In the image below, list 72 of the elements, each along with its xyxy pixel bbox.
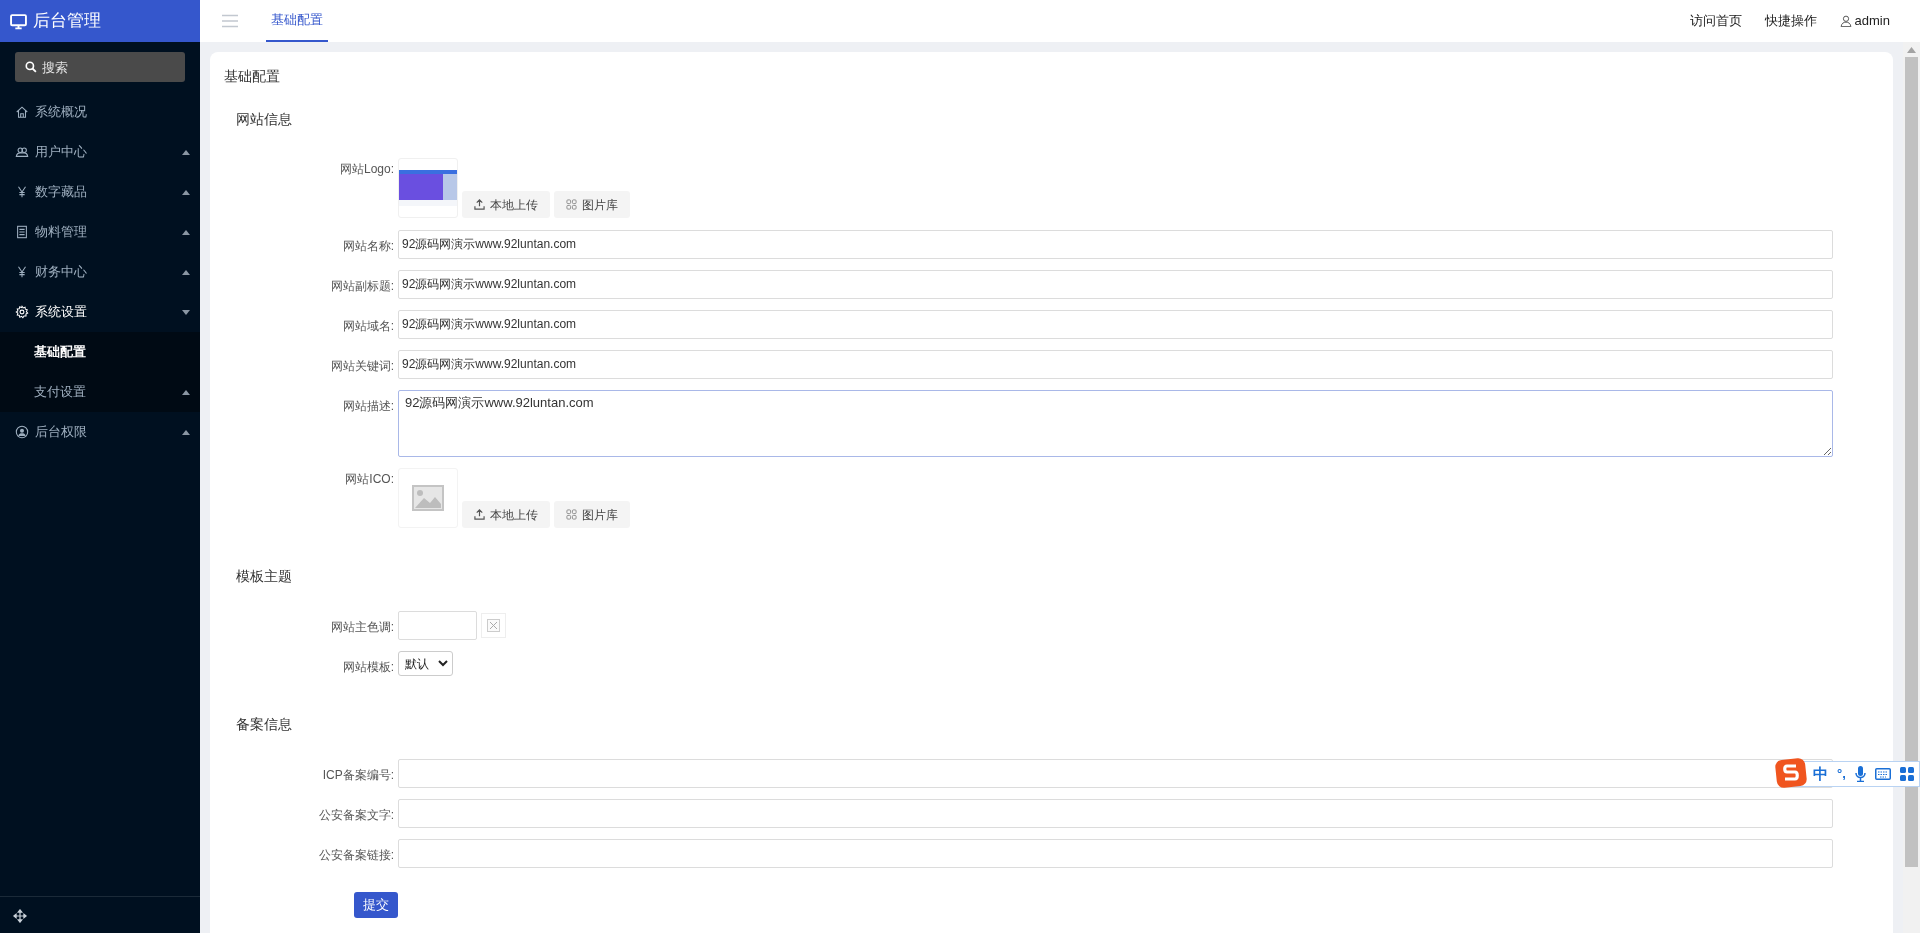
submenu-item[interactable]: 支付设置 [0, 372, 200, 412]
scrollbar-thumb[interactable] [1905, 57, 1918, 867]
clear-color-button[interactable] [481, 613, 506, 638]
field-label: ICP备案编号: [321, 767, 395, 784]
submenu-item[interactable]: 基础配置 [0, 332, 200, 372]
gallery-button[interactable]: 图片库 [554, 501, 630, 528]
monitor-icon [10, 12, 27, 30]
yen-icon [15, 265, 29, 279]
field-label: 网站副标题: [329, 278, 395, 295]
text-field[interactable]: 92源码网演示www.92luntan.com [398, 270, 1833, 299]
move-icon[interactable] [13, 909, 27, 923]
image-icon [412, 485, 444, 511]
text-field[interactable] [398, 799, 1833, 828]
user-icon [1839, 15, 1852, 27]
users-icon [15, 145, 29, 159]
header-link[interactable]: 访问首页 [1689, 11, 1742, 31]
punctuation-indicator[interactable]: °, [1837, 764, 1846, 784]
list-icon [15, 225, 29, 239]
field-label: 网站Logo: [338, 161, 395, 178]
app-title: 后台管理 [33, 10, 101, 33]
submit-button[interactable]: 提交 [354, 892, 398, 918]
template-select[interactable]: 默认 [398, 651, 453, 676]
field-label: 网站关键词: [329, 358, 395, 375]
sidebar-item[interactable]: 用户中心 [0, 132, 200, 172]
text-field[interactable]: 92源码网演示www.92luntan.com [398, 310, 1833, 339]
user-icon [15, 425, 29, 439]
input-mode-indicator[interactable]: 中 [1813, 762, 1828, 786]
keyboard-icon[interactable] [1874, 768, 1891, 780]
grid-icon [566, 509, 577, 520]
microphone-icon[interactable] [1854, 766, 1866, 782]
field-label: 网站主色调: [329, 619, 395, 636]
chevron-down-icon [438, 660, 448, 667]
card-title: 基础配置 [224, 67, 281, 86]
field-label: 网站ICO: [344, 471, 395, 488]
text-field[interactable]: 92源码网演示www.92luntan.com [398, 230, 1833, 259]
section-title: 模板主题 [235, 567, 293, 586]
field-label: 网站模板: [341, 659, 395, 676]
upload-icon [474, 509, 485, 520]
sidebar-item[interactable]: 数字藏品 [0, 172, 200, 212]
section-title: 备案信息 [235, 715, 293, 734]
field-label: 网站名称: [341, 238, 395, 255]
sidebar-item[interactable]: 后台权限 [0, 412, 200, 452]
menu-icon[interactable] [222, 14, 238, 28]
field-label: 网站描述: [341, 398, 395, 415]
field-label: 网站域名: [341, 318, 395, 335]
textarea-field[interactable]: 92源码网演示www.92luntan.com [398, 390, 1833, 457]
search-icon [25, 61, 37, 73]
field-label: 公安备案文字: [317, 807, 395, 824]
user-menu[interactable]: admin [1839, 11, 1890, 31]
upload-button[interactable]: 本地上传 [462, 191, 550, 218]
text-field[interactable]: 92源码网演示www.92luntan.com [398, 350, 1833, 379]
field-label: 公安备案链接: [317, 847, 395, 864]
sidebar-item[interactable]: 系统设置 [0, 292, 200, 332]
text-field[interactable] [398, 839, 1833, 868]
grid-icon [566, 199, 577, 210]
scroll-up-icon [1907, 47, 1916, 53]
sidebar-item[interactable]: 财务中心 [0, 252, 200, 292]
grid-icon[interactable] [1899, 767, 1914, 781]
gallery-button[interactable]: 图片库 [554, 191, 630, 218]
search-field[interactable]: 搜索 [15, 52, 185, 82]
home-icon [15, 105, 29, 119]
settings-icon [15, 305, 29, 319]
yen-icon [15, 185, 29, 199]
close-icon [487, 619, 500, 632]
sidebar-item[interactable]: 物料管理 [0, 212, 200, 252]
tab[interactable]: 基础配置 [266, 0, 328, 42]
header-link[interactable]: 快捷操作 [1764, 11, 1817, 31]
upload-icon [474, 199, 485, 210]
section-title: 网站信息 [235, 110, 293, 129]
upload-button[interactable]: 本地上传 [462, 501, 550, 528]
color-field[interactable] [398, 611, 477, 640]
sidebar-item[interactable]: 系统概况 [0, 92, 200, 132]
